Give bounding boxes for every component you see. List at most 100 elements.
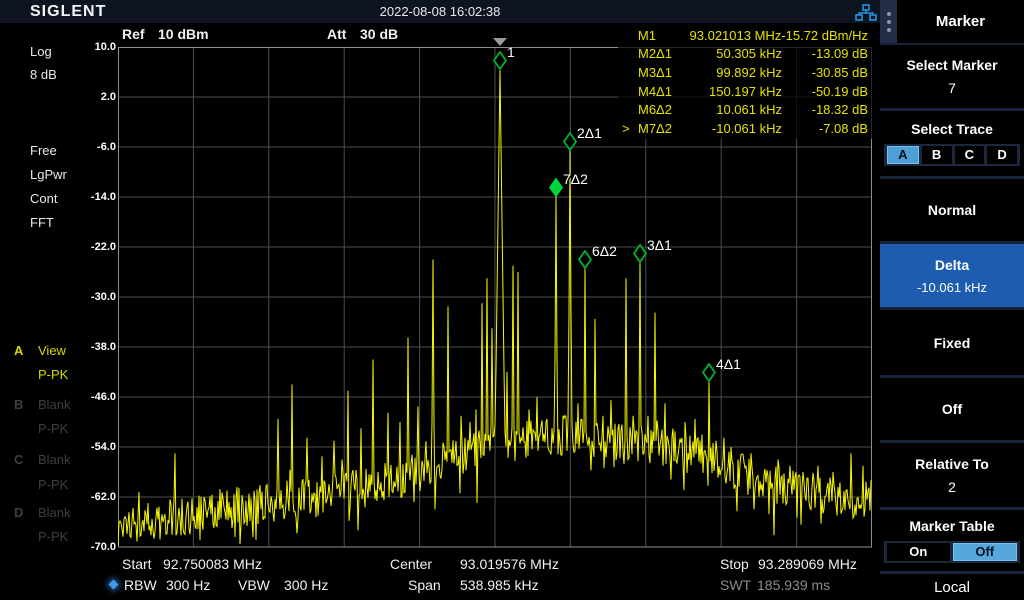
ref-value: 10 dBm [158, 26, 209, 42]
y-tick: 2.0 [100, 91, 116, 103]
marker-label-3Δ1: 3Δ1 [647, 236, 672, 253]
marker-name: M2Δ1 [638, 46, 672, 61]
vbw-label: VBW [238, 577, 270, 593]
trace-c-state: Blank [38, 452, 71, 467]
marker-row-active: > M7Δ2 -10.061 kHz -7.08 dB [618, 120, 872, 139]
span-label: Span [408, 577, 441, 593]
trace-d-detector: P-PK [38, 529, 69, 544]
normal-button[interactable]: Normal [880, 179, 1024, 241]
delta-button[interactable]: Delta -10.061 kHz [880, 244, 1024, 307]
trace-a-state: View [38, 343, 66, 358]
marker-diamond-6Δ2[interactable] [577, 249, 593, 274]
marker-freq: 99.892 kHz [716, 64, 782, 80]
y-tick: -14.0 [90, 191, 116, 203]
marker-amp: -7.08 dB [818, 121, 868, 137]
fixed-button[interactable]: Fixed [880, 310, 1024, 375]
center-freq-value: 93.019576 MHz [460, 556, 559, 572]
marker-name: M7Δ2 [638, 121, 672, 137]
select-marker-button[interactable]: Select Marker 7 [880, 45, 1024, 131]
y-tick: -30.0 [90, 291, 116, 303]
start-freq-value: 92.750083 MHz [163, 556, 262, 572]
marker-table: M1 93.021013 MHz -15.72 dBm/Hz M2Δ1 50.3… [618, 26, 872, 139]
local-button[interactable]: Local [880, 574, 1024, 600]
rbw-label: RBW [124, 577, 157, 593]
trace-a-letter: A [14, 343, 24, 358]
lan-network-icon [855, 4, 877, 21]
marker-freq: 10.061 kHz [716, 102, 782, 118]
marker-row: M4Δ1 150.197 kHz -50.19 dB [618, 83, 872, 102]
trace-c-letter: C [14, 452, 24, 467]
swt-label: SWT [720, 577, 752, 593]
trace-d-letter: D [14, 505, 24, 520]
peak-indicator-triangle [493, 38, 507, 46]
marker-amp: -18.32 dB [811, 102, 868, 118]
marker-amp: -13.09 dB [811, 46, 868, 61]
power-mode-label: LgPwr [30, 167, 67, 182]
trace-a-detector: P-PK [38, 367, 69, 382]
att-label: Att [327, 26, 347, 42]
trace-c-detector: P-PK [38, 477, 69, 492]
trace-b-state: Blank [38, 397, 71, 412]
marker-label-6Δ2: 6Δ2 [592, 242, 617, 259]
marker-name: M4Δ1 [638, 83, 672, 99]
menu-grip-icon[interactable] [880, 0, 897, 43]
marker-name: M6Δ2 [638, 102, 672, 118]
marker-table-on[interactable]: On [887, 543, 950, 561]
marker-label-4Δ1: 4Δ1 [716, 356, 741, 372]
relative-to-button[interactable]: Relative To 2 [880, 443, 1024, 507]
y-tick: -46.0 [90, 391, 116, 403]
marker-row: M6Δ2 10.061 kHz -18.32 dB [618, 101, 872, 120]
trace-tab-a[interactable]: A [887, 146, 919, 164]
y-tick: -54.0 [90, 441, 116, 453]
att-value: 30 dB [360, 26, 399, 42]
trace-b-letter: B [14, 397, 24, 412]
marker-name: M3Δ1 [638, 64, 672, 80]
marker-table-off[interactable]: Off [952, 543, 1017, 561]
trace-tab-d[interactable]: D [987, 146, 1017, 164]
rbw-coupled-icon [108, 579, 119, 590]
swt-value: 185.939 ms [757, 577, 831, 593]
sweep-mode-label: Cont [30, 191, 58, 206]
marker-freq: 93.021013 MHz [689, 28, 782, 43]
top-bar: SIGLENT 2022-08-08 16:02:38 [0, 0, 880, 23]
softkey-menu: Marker Select Marker 7 Select Trace A B … [880, 0, 1024, 600]
trace-tab-c[interactable]: C [954, 146, 985, 164]
trace-d-state: Blank [38, 505, 71, 520]
datetime: 2022-08-08 16:02:38 [379, 4, 501, 19]
rbw-value: 300 Hz [166, 577, 211, 593]
marker-freq: -10.061 kHz [711, 121, 782, 137]
span-value: 538.985 kHz [460, 577, 539, 593]
marker-diamond-1[interactable] [492, 50, 508, 75]
stop-freq-label: Stop [720, 556, 749, 572]
y-tick: -6.0 [97, 141, 116, 153]
marker-amp: -15.72 dBm/Hz [781, 28, 868, 43]
marker-label-2Δ1: 2Δ1 [577, 124, 602, 141]
menu-title: Marker [935, 13, 986, 30]
marker-freq: 50.305 kHz [716, 46, 782, 61]
marker-table-toggle: On Off [884, 541, 1020, 563]
scale-type-label: Log [30, 44, 52, 59]
start-freq-label: Start [122, 556, 152, 572]
marker-label-7Δ2: 7Δ2 [563, 171, 588, 187]
y-tick: -22.0 [90, 241, 116, 253]
y-tick: 10.0 [94, 41, 116, 53]
marker-diamond-2Δ1[interactable] [562, 131, 578, 156]
marker-label-1: 1 [507, 44, 515, 61]
marker-row: M1 93.021013 MHz -15.72 dBm/Hz [618, 26, 872, 45]
y-tick: -62.0 [90, 491, 116, 503]
marker-freq: 150.197 kHz [709, 83, 782, 99]
menu-header: Marker [880, 0, 1024, 43]
marker-amp: -50.19 dB [811, 83, 868, 99]
marker-table-button[interactable]: Marker Table On Off [880, 510, 1024, 571]
trace-b-detector: P-PK [38, 421, 69, 436]
marker-name: M1 [637, 28, 656, 43]
center-freq-label: Center [390, 556, 433, 572]
marker-diamond-7Δ2[interactable] [548, 177, 564, 202]
marker-diamond-4Δ1[interactable] [701, 362, 717, 387]
scale-div-label: 8 dB [30, 67, 57, 82]
select-trace-button[interactable]: Select Trace A B C D [880, 111, 1024, 176]
marker-row: M2Δ1 50.305 kHz -13.09 dB [618, 45, 872, 64]
off-button[interactable]: Off [880, 378, 1024, 440]
trace-tab-b[interactable]: B [921, 146, 952, 164]
marker-diamond-3Δ1[interactable] [632, 243, 648, 268]
